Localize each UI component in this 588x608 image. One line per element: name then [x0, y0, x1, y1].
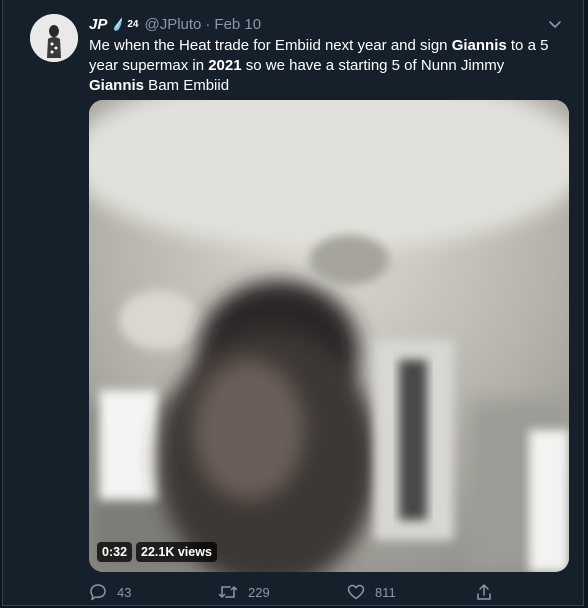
retweet-count: 229 [248, 584, 270, 600]
reply-icon [90, 584, 106, 601]
user-avatar[interactable] [30, 14, 78, 62]
video-views: 22.1K views [136, 542, 217, 562]
retweet-icon [218, 586, 238, 598]
video-overlay-badges: 0:32 22.1K views [97, 542, 217, 562]
tweet-text: Me when the Heat trade for Embiid next y… [89, 36, 559, 96]
tweet-text-bold: Giannis [451, 37, 507, 54]
tweet-text-segment: so we have a starting 5 of Nunn Jimmy [241, 57, 505, 74]
share-button[interactable] [475, 583, 503, 601]
reply-count: 43 [117, 584, 132, 600]
video-player[interactable]: 0:32 22.1K views [89, 100, 569, 572]
tweet-text-bold: Giannis [89, 77, 145, 94]
separator: · [205, 15, 211, 33]
like-count: 811 [375, 584, 396, 600]
user-handle[interactable]: @JPluto [144, 16, 201, 33]
share-icon [477, 584, 491, 600]
water-drop-icon [111, 16, 125, 32]
tweet-text-bold: 2021 [208, 57, 242, 74]
tweet-text-segment: Me when the Heat trade for Embiid next y… [89, 37, 452, 54]
tweet-card[interactable]: JP 24 @JPluto · Feb 10 Me when the Heat … [2, 0, 584, 606]
badge-number: 24 [127, 18, 139, 30]
display-name[interactable]: JP [89, 16, 107, 33]
tweet-date[interactable]: Feb 10 [214, 16, 261, 33]
reply-button[interactable]: 43 [89, 583, 131, 601]
video-duration: 0:32 [97, 542, 133, 562]
like-button[interactable]: 811 [347, 583, 396, 601]
heart-icon [347, 584, 365, 600]
tweet-actions: 43 229 811 [89, 581, 509, 603]
chevron-down-icon[interactable] [547, 16, 563, 36]
tweet-header: JP 24 @JPluto · Feb 10 [89, 14, 563, 34]
retweet-button[interactable]: 229 [218, 583, 270, 601]
tweet-text-segment: Bam Embiid [144, 77, 230, 94]
